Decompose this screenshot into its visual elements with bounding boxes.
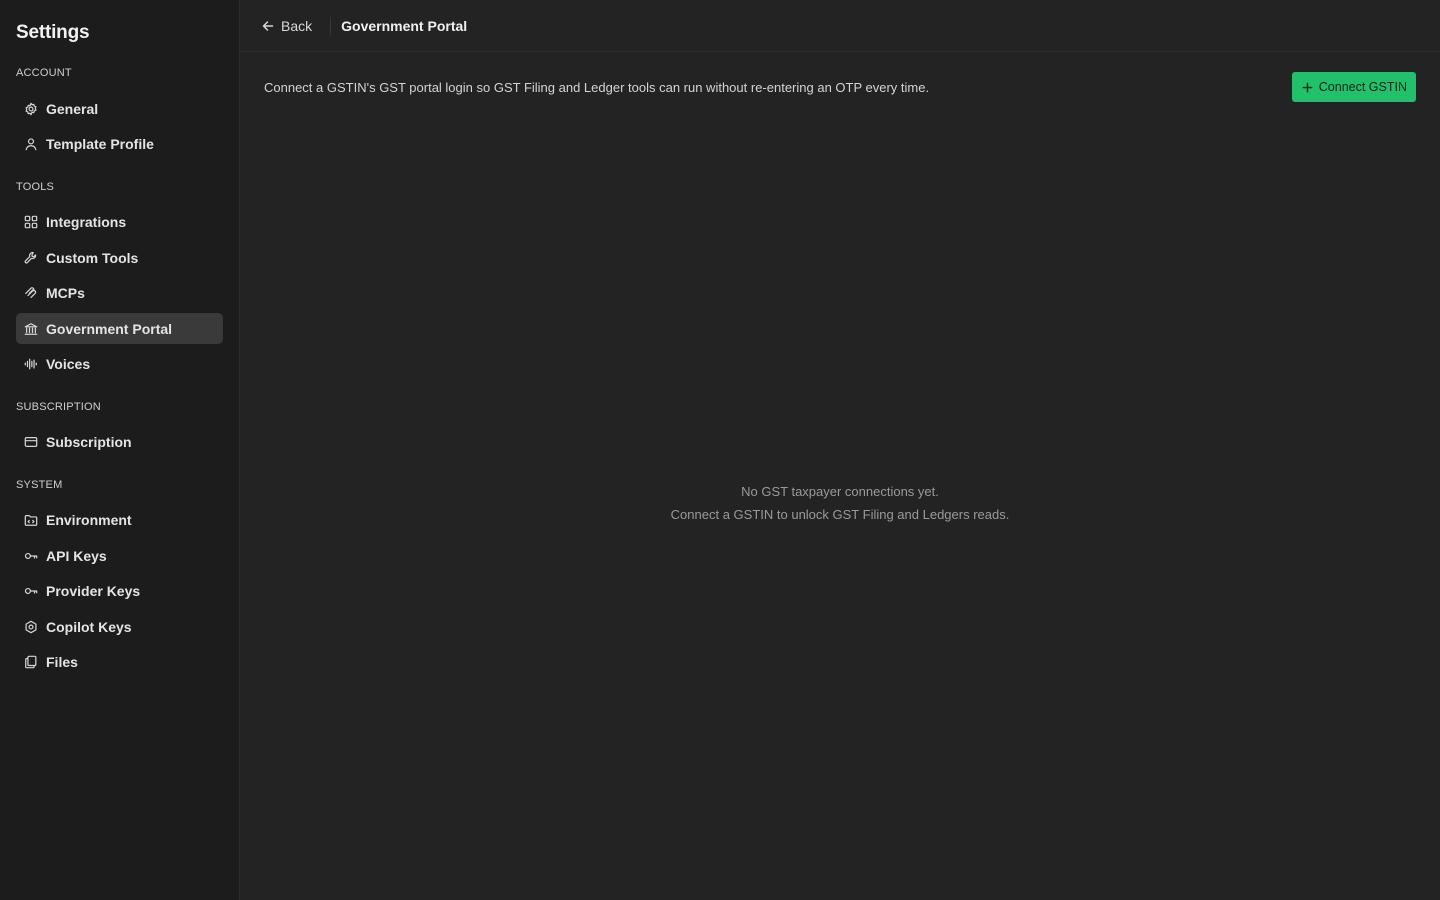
connect-gstin-label: Connect GSTIN — [1318, 80, 1407, 94]
back-button[interactable]: Back — [262, 16, 332, 35]
sidebar-item-mcps[interactable]: MCPs — [16, 278, 223, 309]
main-panel: Back Government Portal Connect a GSTIN's… — [240, 0, 1440, 900]
sidebar-item-label: Integrations — [46, 214, 127, 230]
user-icon — [24, 137, 38, 151]
sidebar-item-environment[interactable]: Environment — [16, 505, 223, 536]
gear-icon — [24, 102, 38, 116]
sidebar-item-voices[interactable]: Voices — [16, 349, 223, 380]
sidebar-item-label: Environment — [46, 512, 132, 528]
files-icon — [24, 655, 38, 669]
nav-list-system: Environment API Keys Provider Keys Copil… — [16, 505, 223, 678]
content-area: Connect a GSTIN's GST portal login so GS… — [240, 52, 1440, 900]
connect-gstin-button[interactable]: Connect GSTIN — [1291, 72, 1416, 102]
arrow-left-icon — [262, 20, 274, 31]
sidebar-item-files[interactable]: Files — [16, 647, 223, 678]
empty-state-hint: Connect a GSTIN to unlock GST Filing and… — [670, 507, 1010, 522]
sidebar-item-copilot-keys[interactable]: Copilot Keys — [16, 611, 223, 642]
grid-icon — [24, 215, 38, 229]
plus-icon — [1302, 82, 1313, 92]
sidebar-item-label: Voices — [46, 356, 91, 372]
section-label-system: SYSTEM — [16, 478, 63, 491]
sidebar-item-api-keys[interactable]: API Keys — [16, 540, 223, 571]
sidebar-item-label: General — [46, 100, 99, 117]
sidebar-item-label: Subscription — [46, 434, 132, 450]
sidebar-item-label: Provider Keys — [46, 583, 141, 599]
top-bar: Back Government Portal — [240, 0, 1440, 52]
sidebar-item-integrations[interactable]: Integrations — [16, 207, 223, 238]
intro-description: Connect a GSTIN's GST portal login so GS… — [264, 80, 930, 95]
app-root: Settings ACCOUNT General Template Profil… — [0, 0, 1440, 900]
sidebar-item-government-portal[interactable]: Government Portal — [16, 313, 223, 344]
hexagon-icon — [24, 620, 38, 634]
nav-list-tools: Integrations Custom Tools MCPs Governmen… — [16, 207, 223, 380]
sidebar-item-provider-keys[interactable]: Provider Keys — [16, 576, 223, 607]
back-label: Back — [281, 17, 313, 34]
sidebar-item-subscription[interactable]: Subscription — [16, 427, 223, 458]
sidebar-item-general[interactable]: General — [16, 93, 223, 124]
sidebar-item-label: Template Profile — [46, 136, 154, 152]
settings-sidebar: Settings ACCOUNT General Template Profil… — [0, 0, 240, 900]
key-icon — [24, 549, 38, 563]
page-title: Government Portal — [341, 17, 468, 34]
sidebar-item-label: API Keys — [46, 547, 107, 564]
nav-list-subscription: Subscription — [16, 427, 223, 458]
sidebar-item-template-profile[interactable]: Template Profile — [16, 129, 223, 160]
sidebar-item-custom-tools[interactable]: Custom Tools — [16, 242, 223, 273]
card-icon — [24, 435, 38, 449]
sidebar-item-label: Government Portal — [46, 320, 173, 337]
intro-row: Connect a GSTIN's GST portal login so GS… — [264, 72, 1416, 102]
bank-icon — [24, 322, 38, 336]
sidebar-item-label: Files — [46, 654, 78, 670]
sidebar-item-label: MCPs — [46, 285, 85, 301]
section-label-subscription: SUBSCRIPTION — [16, 400, 101, 413]
empty-state: No GST taxpayer connections yet. Connect… — [240, 480, 1440, 526]
sidebar-item-label: Copilot Keys — [46, 618, 132, 635]
section-label-tools: TOOLS — [16, 180, 55, 193]
sidebar-title: Settings — [16, 22, 90, 43]
section-label-account: ACCOUNT — [16, 67, 72, 79]
key-icon — [24, 584, 38, 598]
nav-list-account: General Template Profile — [16, 93, 223, 160]
waveform-icon — [24, 357, 38, 371]
empty-state-title: No GST taxpayer connections yet. — [741, 484, 939, 499]
sidebar-item-label: Custom Tools — [46, 249, 139, 266]
wrench-icon — [24, 251, 38, 265]
mcp-icon — [24, 286, 38, 300]
folder-code-icon — [24, 513, 38, 527]
